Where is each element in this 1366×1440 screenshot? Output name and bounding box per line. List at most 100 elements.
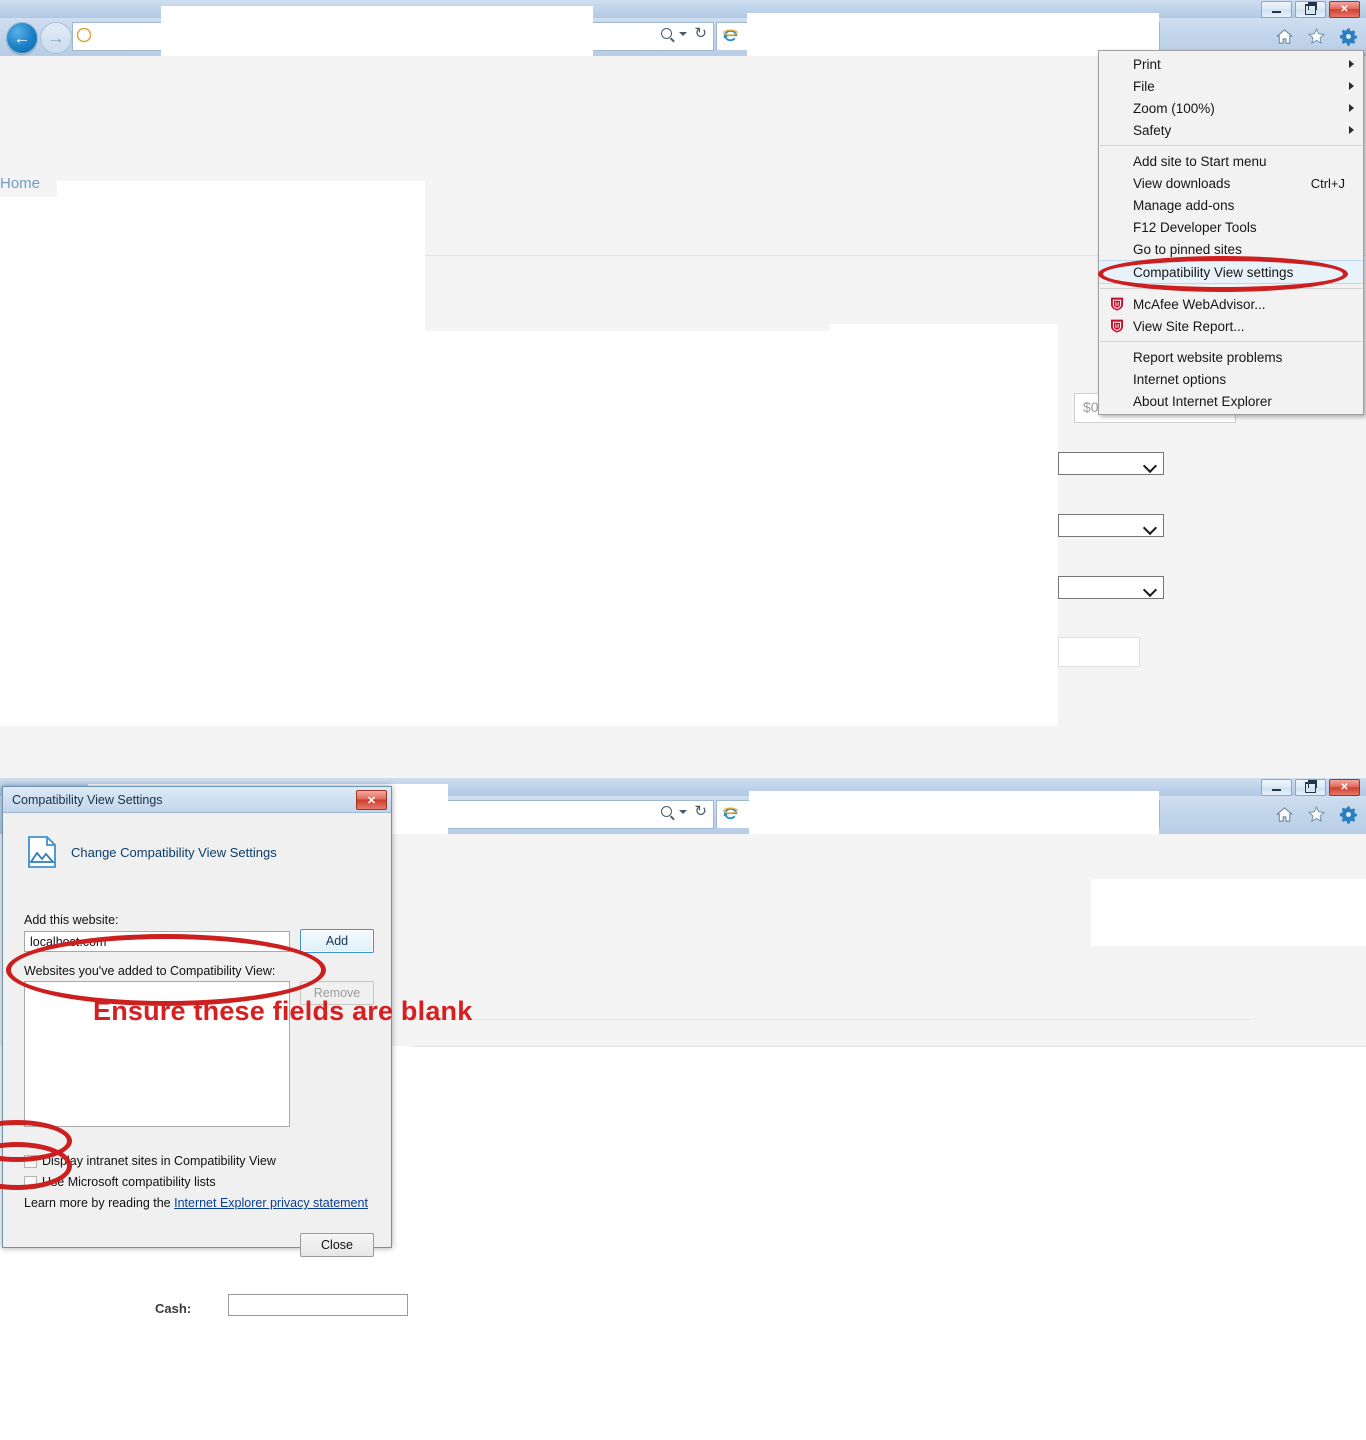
mcafee-shield-icon: M xyxy=(1111,319,1123,333)
chevron-down-icon[interactable] xyxy=(679,31,688,36)
dialog-title-bar: Compatibility View Settings ✕ xyxy=(3,787,391,813)
menu-item-mcafee-webadvisor[interactable]: M McAfee WebAdvisor... xyxy=(1099,293,1363,315)
settings-menu[interactable]: Print File Zoom (100%) Safety Add site t… xyxy=(1098,50,1364,415)
tab-strip-top[interactable] xyxy=(716,13,1160,59)
minimize-button[interactable] xyxy=(1261,1,1292,18)
breadcrumb-home-link[interactable]: Home xyxy=(0,175,40,192)
compatibility-view-page-icon xyxy=(28,836,56,868)
content-strip xyxy=(412,1046,1366,1118)
back-button[interactable]: ← xyxy=(6,22,38,54)
use-microsoft-lists-checkbox[interactable]: Use Microsoft compatibility lists xyxy=(24,1175,216,1189)
submenu-arrow-icon xyxy=(1349,104,1354,112)
menu-item-zoom[interactable]: Zoom (100%) xyxy=(1099,97,1363,119)
address-bar-tools: ↻ xyxy=(661,804,707,819)
menu-item-label: F12 Developer Tools xyxy=(1133,219,1257,235)
menu-item-f12-developer-tools[interactable]: F12 Developer Tools xyxy=(1099,216,1363,238)
tab-strip-bottom[interactable] xyxy=(716,791,1160,837)
menu-item-safety[interactable]: Safety xyxy=(1099,119,1363,141)
cash-dropdown[interactable] xyxy=(228,1294,408,1316)
dialog-close-button[interactable]: ✕ xyxy=(356,790,387,810)
dropdown-1[interactable] xyxy=(1058,452,1164,475)
checkbox-label: Use Microsoft compatibility lists xyxy=(42,1175,216,1189)
menu-item-label: Internet options xyxy=(1133,371,1227,387)
menu-item-print[interactable]: Print xyxy=(1099,53,1363,75)
submenu-arrow-icon xyxy=(1349,60,1354,68)
checkbox-label: Display intranet sites in Compatibility … xyxy=(42,1154,276,1168)
submenu-arrow-icon xyxy=(1349,126,1354,134)
dialog-close-action-button[interactable]: Close xyxy=(300,1233,374,1257)
menu-item-shortcut: Ctrl+J xyxy=(1310,175,1345,191)
command-bar-bottom xyxy=(1275,805,1358,824)
menu-separator xyxy=(1100,145,1362,146)
menu-item-view-site-report[interactable]: M View Site Report... xyxy=(1099,315,1363,337)
submenu-arrow-icon xyxy=(1349,82,1354,90)
display-intranet-sites-checkbox[interactable]: Display intranet sites in Compatibility … xyxy=(24,1154,276,1168)
menu-separator xyxy=(1100,341,1362,342)
menu-item-label: View downloads xyxy=(1133,175,1231,191)
menu-item-label: Zoom (100%) xyxy=(1133,100,1215,116)
gear-icon[interactable] xyxy=(1339,27,1358,46)
refresh-icon[interactable]: ↻ xyxy=(694,26,707,41)
refresh-icon[interactable]: ↻ xyxy=(694,804,707,819)
forward-button[interactable]: → xyxy=(40,22,72,54)
privacy-statement-link[interactable]: Internet Explorer privacy statement xyxy=(174,1196,368,1210)
svg-text:M: M xyxy=(1115,324,1119,330)
restore-button[interactable] xyxy=(1295,1,1326,18)
menu-item-internet-options[interactable]: Internet options xyxy=(1099,368,1363,390)
content-redaction-left xyxy=(0,197,57,726)
text-field-1[interactable] xyxy=(1058,637,1140,667)
annotation-callout-text: Ensure these fields are blank xyxy=(93,996,473,1026)
home-icon[interactable] xyxy=(1275,805,1294,824)
dialog-title: Compatibility View Settings xyxy=(12,792,163,807)
menu-item-compatibility-view-settings[interactable]: Compatibility View settings xyxy=(1099,260,1363,284)
menu-item-report-website-problems[interactable]: Report website problems xyxy=(1099,346,1363,368)
chevron-down-icon[interactable] xyxy=(679,809,688,814)
gear-icon[interactable] xyxy=(1339,805,1358,824)
star-icon[interactable] xyxy=(1307,27,1326,46)
menu-item-label: Report website problems xyxy=(1133,349,1283,365)
menu-item-view-downloads[interactable]: View downloads Ctrl+J xyxy=(1099,172,1363,194)
menu-item-go-to-pinned-sites[interactable]: Go to pinned sites xyxy=(1099,238,1363,260)
content-redaction-d xyxy=(1091,879,1366,946)
command-bar-top xyxy=(1275,27,1358,46)
menu-item-label: McAfee WebAdvisor... xyxy=(1133,296,1266,312)
window-controls-bottom: ✕ xyxy=(1261,779,1360,796)
close-button[interactable]: ✕ xyxy=(1329,1,1360,18)
dialog-heading-row: Change Compatibility View Settings xyxy=(27,835,277,869)
dialog-body: Change Compatibility View Settings Add t… xyxy=(3,813,391,1257)
minimize-button[interactable] xyxy=(1261,779,1292,796)
menu-item-label: Go to pinned sites xyxy=(1133,241,1242,257)
dropdown-3[interactable] xyxy=(1058,576,1164,599)
learn-more-text: Learn more by reading the Internet Explo… xyxy=(24,1196,368,1210)
add-website-input[interactable]: localhost.com xyxy=(24,931,290,952)
tab-title-redaction xyxy=(749,791,1159,837)
menu-item-label: Add site to Start menu xyxy=(1133,153,1267,169)
add-button[interactable]: Add xyxy=(300,929,374,953)
address-bar-tools: ↻ xyxy=(661,26,707,41)
content-redaction-c xyxy=(829,324,1058,726)
close-button[interactable]: ✕ xyxy=(1329,779,1360,796)
learn-more-prefix: Learn more by reading the xyxy=(24,1196,175,1210)
home-icon[interactable] xyxy=(1275,27,1294,46)
checkbox-box[interactable] xyxy=(24,1175,37,1189)
search-icon[interactable] xyxy=(661,806,673,817)
menu-item-label: Compatibility View settings xyxy=(1133,264,1294,280)
dialog-heading: Change Compatibility View Settings xyxy=(71,844,277,860)
restore-button[interactable] xyxy=(1295,779,1326,796)
menu-item-file[interactable]: File xyxy=(1099,75,1363,97)
checkbox-box[interactable] xyxy=(24,1154,37,1168)
added-list-label: Websites you've added to Compatibility V… xyxy=(24,964,276,978)
dropdown-2[interactable] xyxy=(1058,514,1164,537)
menu-item-manage-add-ons[interactable]: Manage add-ons xyxy=(1099,194,1363,216)
divider-line xyxy=(412,1019,1250,1020)
mcafee-shield-icon: M xyxy=(1111,297,1123,311)
menu-item-label: File xyxy=(1133,78,1155,94)
star-icon[interactable] xyxy=(1307,805,1326,824)
menu-item-add-site-to-start-menu[interactable]: Add site to Start menu xyxy=(1099,150,1363,172)
address-bar[interactable]: ↻ xyxy=(72,6,714,66)
search-icon[interactable] xyxy=(661,28,673,39)
svg-text:M: M xyxy=(1115,302,1119,308)
menu-item-label: About Internet Explorer xyxy=(1133,393,1272,409)
site-favicon-icon xyxy=(76,27,92,43)
menu-item-about-internet-explorer[interactable]: About Internet Explorer xyxy=(1099,390,1363,412)
